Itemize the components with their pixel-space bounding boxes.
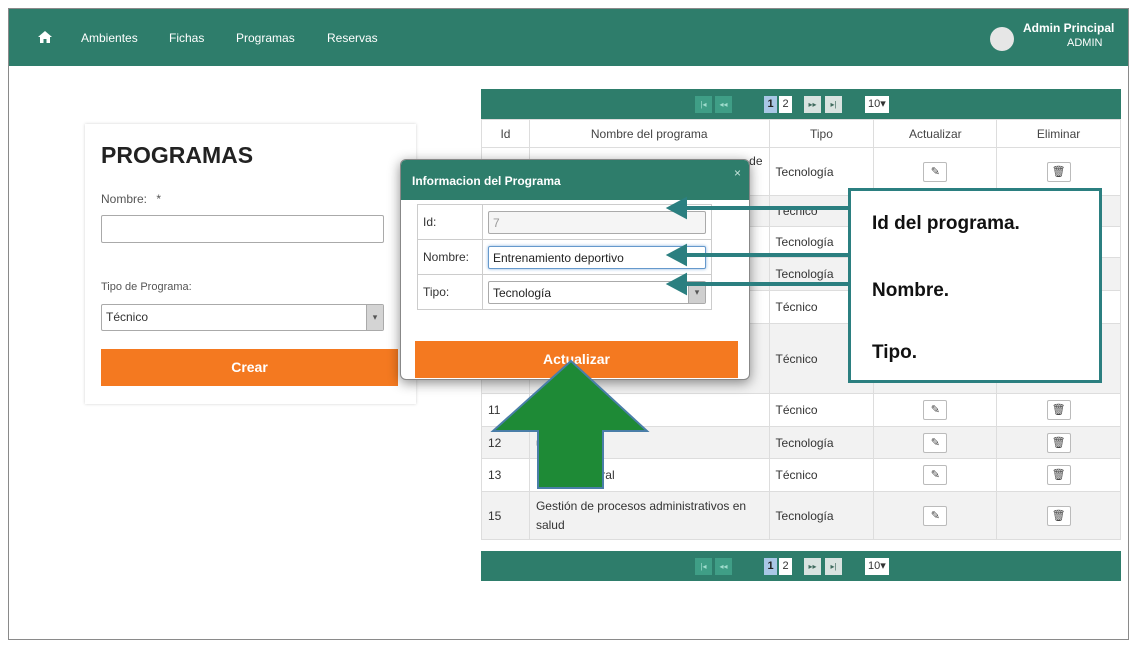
annotation-callout: Id del programa. Nombre. Tipo.	[848, 188, 1102, 383]
callout-name-text: Nombre.	[872, 280, 950, 301]
app-frame: Ambientes Fichas Programas Reservas Admi…	[8, 8, 1129, 640]
big-up-arrow-icon	[490, 359, 650, 489]
callout-type-text: Tipo.	[872, 342, 918, 363]
pointer-arrowhead-type	[665, 272, 687, 296]
pointer-arrowhead-name	[665, 243, 687, 267]
callout-id-text: Id del programa.	[872, 213, 1020, 234]
pointer-arrowhead-id	[665, 196, 687, 220]
